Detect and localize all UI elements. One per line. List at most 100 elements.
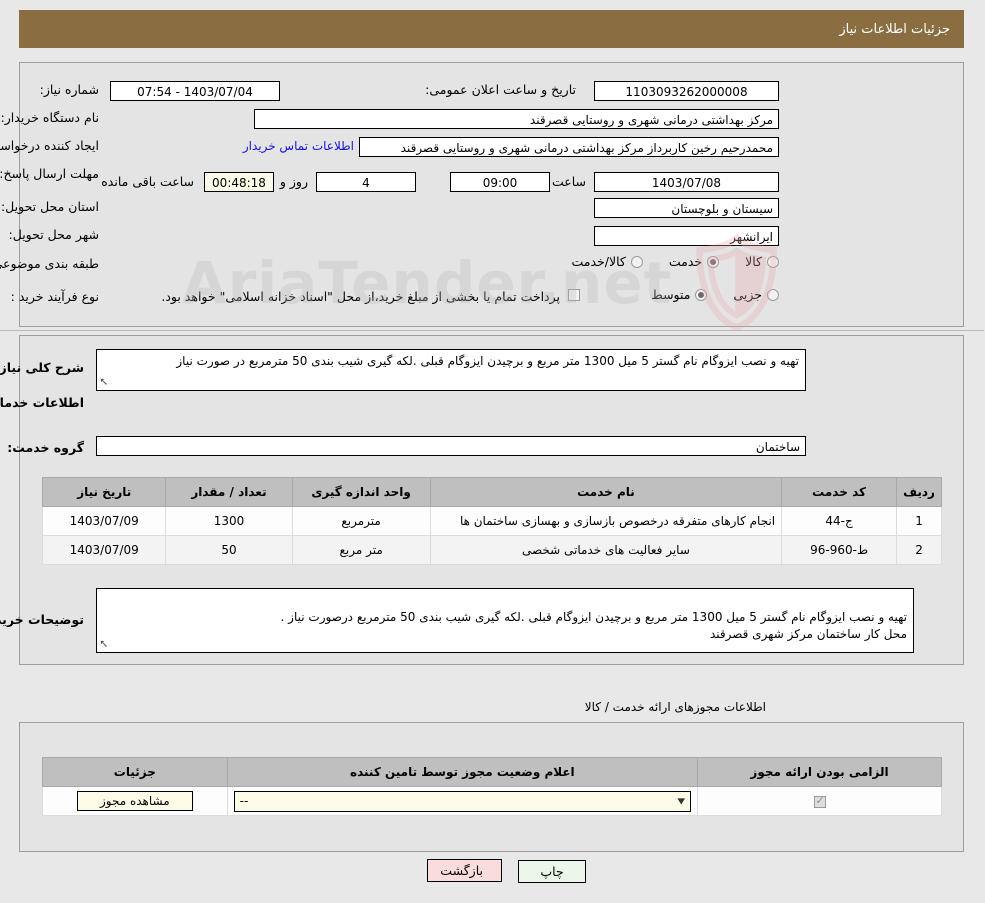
- general-desc-textarea[interactable]: تهیه و نصب ایزوگام نام گستر 5 میل 1300 م…: [97, 349, 807, 391]
- col-unit: واحد اندازه گیری: [292, 477, 432, 507]
- radio-icon[interactable]: [708, 255, 721, 268]
- remaining-time-field: 00:48:18: [205, 172, 275, 192]
- province-label-row: استان محل تحویل:: [2, 199, 100, 214]
- cell-code: ط-960-96: [782, 535, 899, 565]
- permit-status-select[interactable]: ▼ --: [234, 790, 693, 812]
- process-option-motavasset[interactable]: متوسط: [652, 287, 709, 302]
- remaining-time-label: ساعت باقی مانده: [102, 174, 195, 189]
- city-label: شهر محل تحویل:: [9, 227, 100, 242]
- services-table-header: ردیف کد خدمت نام خدمت واحد اندازه گیری ت…: [42, 477, 943, 507]
- cell-date: 1403/07/09: [42, 506, 168, 536]
- announce-date-label: تاریخ و ساعت اعلان عمومی:: [426, 82, 577, 97]
- deadline-label: مهلت ارسال پاسخ: تا تاریخ:: [0, 166, 100, 181]
- table-row[interactable]: 2 ط-960-96 سایر فعالیت های خدماتی شخصی م…: [42, 535, 943, 565]
- need-number-label-row: شماره نیاز:: [41, 82, 100, 97]
- buyer-org-field[interactable]: مرکز بهداشتی درمانی شهری و روستایی قصرقن…: [255, 109, 780, 129]
- need-info-panel: [20, 62, 965, 327]
- col-date: تاریخ نیاز: [42, 477, 168, 507]
- general-desc-label: شرح کلی نیاز:: [0, 360, 85, 375]
- view-permit-button[interactable]: مشاهده مجوز: [77, 791, 194, 811]
- process-type-label: نوع فرآیند خرید :: [11, 289, 100, 304]
- radio-icon[interactable]: [696, 288, 709, 301]
- treasury-note: پرداخت تمام یا بخشی از مبلغ خرید،از محل …: [162, 289, 561, 304]
- buyer-contact-link[interactable]: اطلاعات تماس خریدار: [244, 139, 355, 153]
- cell-name: سایر فعالیت های خدماتی شخصی: [430, 535, 784, 565]
- treasury-checkbox[interactable]: [569, 289, 581, 301]
- province-field[interactable]: سیستان و بلوچستان: [595, 198, 780, 218]
- buyer-org-label-row: نام دستگاه خریدار:: [2, 110, 100, 125]
- page-header: جزئیات اطلاعات نیاز: [20, 10, 965, 48]
- city-label-row: شهر محل تحویل:: [10, 227, 100, 242]
- col-permit-details: جزئیات: [43, 757, 229, 787]
- requester-field[interactable]: محمدرحیم رخین کاربرداز مرکز بهداشتی درما…: [360, 137, 780, 157]
- cell-permit-status: ▼ --: [227, 786, 700, 816]
- buyer-notes-label: توضیحات خریدار:: [0, 612, 85, 627]
- requester-label: ایجاد کننده درخواست:: [0, 138, 100, 153]
- service-group-label: گروه خدمت:: [8, 440, 85, 455]
- divider: [0, 330, 985, 331]
- table-row[interactable]: 1 ج-44 انجام کارهای متفرقه درخصوص بازساز…: [42, 506, 943, 536]
- service-group-field[interactable]: ساختمان: [97, 436, 807, 456]
- services-table: ردیف کد خدمت نام خدمت واحد اندازه گیری ت…: [42, 477, 943, 565]
- category-option-kala[interactable]: کالا: [746, 254, 780, 269]
- cell-name: انجام کارهای متفرقه درخصوص بازسازی و بهس…: [430, 506, 784, 536]
- category-radio-group: کالا خدمت کالا/خدمت: [210, 254, 780, 269]
- cell-permit-required: [698, 786, 943, 816]
- col-permit-status: اعلام وضعیت مجوز توسط تامین کننده: [227, 757, 700, 787]
- permit-required-checkbox: [814, 794, 827, 808]
- cell-unit: مترمربع: [292, 506, 432, 536]
- cell-index: 2: [897, 535, 943, 565]
- category-option-label: خدمت: [669, 254, 704, 269]
- category-option-khedmat[interactable]: خدمت: [669, 254, 721, 269]
- buyer-notes-value: تهیه و نصب ایزوگام نام گستر 5 میل 1300 م…: [281, 610, 908, 641]
- deadline-date-field[interactable]: 1403/07/08: [595, 172, 780, 192]
- cell-quantity: 1300: [166, 506, 294, 536]
- remaining-days-field[interactable]: 4: [317, 172, 417, 192]
- col-permit-required: الزامی بودن ارائه مجوز: [698, 757, 943, 787]
- city-field[interactable]: ایرانشهر: [595, 226, 780, 246]
- col-name: نام خدمت: [430, 477, 784, 507]
- process-option-jozi[interactable]: جزیی: [734, 287, 780, 302]
- radio-icon[interactable]: [768, 255, 780, 268]
- remaining-days-label: روز و: [280, 174, 309, 189]
- cell-quantity: 50: [166, 535, 294, 565]
- general-desc-value: تهیه و نصب ایزوگام نام گستر 5 میل 1300 م…: [177, 354, 800, 368]
- resize-grip-icon[interactable]: ➚: [100, 635, 109, 652]
- radio-icon[interactable]: [631, 255, 644, 268]
- print-button[interactable]: چاپ: [519, 860, 587, 883]
- permit-status-value: --: [240, 794, 250, 808]
- chevron-down-icon: ▼: [678, 796, 687, 806]
- process-option-label: متوسط: [652, 287, 692, 302]
- table-row[interactable]: ▼ -- مشاهده مجوز: [43, 786, 943, 816]
- radio-icon[interactable]: [768, 288, 780, 301]
- need-number-label: شماره نیاز:: [40, 82, 100, 97]
- cell-index: 1: [897, 506, 943, 536]
- category-option-label: کالا/خدمت: [572, 254, 627, 269]
- services-heading: اطلاعات خدمات مورد نیاز: [0, 395, 85, 410]
- province-label: استان محل تحویل:: [1, 199, 100, 214]
- col-quantity: تعداد / مقدار: [166, 477, 294, 507]
- resize-grip-icon[interactable]: ➚: [100, 373, 109, 390]
- permits-section-label: اطلاعات مجوزهای ارائه خدمت / کالا: [585, 700, 767, 714]
- cell-permit-details: مشاهده مجوز: [43, 786, 229, 816]
- announce-label-row: تاریخ و ساعت اعلان عمومی:: [426, 82, 577, 97]
- cell-code: ج-44: [782, 506, 899, 536]
- category-option-kala-khedmat[interactable]: کالا/خدمت: [572, 254, 644, 269]
- page-title: جزئیات اطلاعات نیاز: [840, 21, 951, 37]
- category-option-label: کالا: [746, 254, 763, 269]
- page-root: جزئیات اطلاعات نیاز شماره نیاز: 11030932…: [0, 0, 985, 903]
- back-button[interactable]: بازگشت: [428, 859, 503, 882]
- cell-date: 1403/07/09: [42, 535, 168, 565]
- buyer-org-label: نام دستگاه خریدار:: [1, 110, 100, 125]
- col-index: ردیف: [897, 477, 943, 507]
- announce-date-field[interactable]: 1403/07/04 - 07:54: [111, 81, 281, 101]
- buyer-notes-textarea[interactable]: تهیه و نصب ایزوگام نام گستر 5 میل 1300 م…: [97, 588, 915, 653]
- permits-table-header: الزامی بودن ارائه مجوز اعلام وضعیت مجوز …: [43, 757, 943, 787]
- requester-label-row: ایجاد کننده درخواست:: [0, 138, 100, 153]
- deadline-label-row: مهلت ارسال پاسخ: تا تاریخ:: [0, 166, 100, 182]
- process-radio-group: جزیی متوسط: [626, 287, 780, 302]
- process-option-label: جزیی: [734, 287, 763, 302]
- deadline-hour-field[interactable]: 09:00: [451, 172, 551, 192]
- col-code: کد خدمت: [782, 477, 899, 507]
- need-number-field[interactable]: 1103093262000008: [595, 81, 780, 101]
